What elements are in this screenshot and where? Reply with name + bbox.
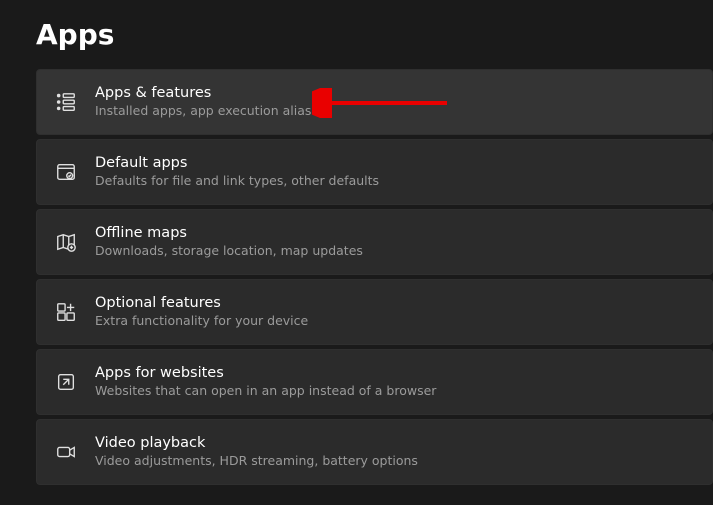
card-default-apps[interactable]: Default apps Defaults for file and link … <box>36 139 713 205</box>
settings-list: Apps & features Installed apps, app exec… <box>36 69 713 485</box>
page-title: Apps <box>36 18 713 51</box>
apps-for-websites-icon <box>55 371 95 393</box>
card-title: Video playback <box>95 434 418 452</box>
card-subtitle: Downloads, storage location, map updates <box>95 243 363 259</box>
card-video-playback[interactable]: Video playback Video adjustments, HDR st… <box>36 419 713 485</box>
card-apps-features[interactable]: Apps & features Installed apps, app exec… <box>36 69 713 135</box>
card-subtitle: Websites that can open in an app instead… <box>95 383 436 399</box>
default-apps-icon <box>55 161 95 183</box>
card-title: Optional features <box>95 294 308 312</box>
optional-features-icon <box>55 301 95 323</box>
card-offline-maps[interactable]: Offline maps Downloads, storage location… <box>36 209 713 275</box>
card-optional-features[interactable]: Optional features Extra functionality fo… <box>36 279 713 345</box>
card-subtitle: Video adjustments, HDR streaming, batter… <box>95 453 418 469</box>
card-subtitle: Installed apps, app execution aliases <box>95 103 326 119</box>
card-title: Default apps <box>95 154 379 172</box>
card-title: Apps for websites <box>95 364 436 382</box>
card-apps-for-websites[interactable]: Apps for websites Websites that can open… <box>36 349 713 415</box>
card-title: Offline maps <box>95 224 363 242</box>
video-playback-icon <box>55 441 95 463</box>
offline-maps-icon <box>55 231 95 253</box>
card-title: Apps & features <box>95 84 326 102</box>
apps-features-icon <box>55 91 95 113</box>
card-subtitle: Defaults for file and link types, other … <box>95 173 379 189</box>
card-subtitle: Extra functionality for your device <box>95 313 308 329</box>
